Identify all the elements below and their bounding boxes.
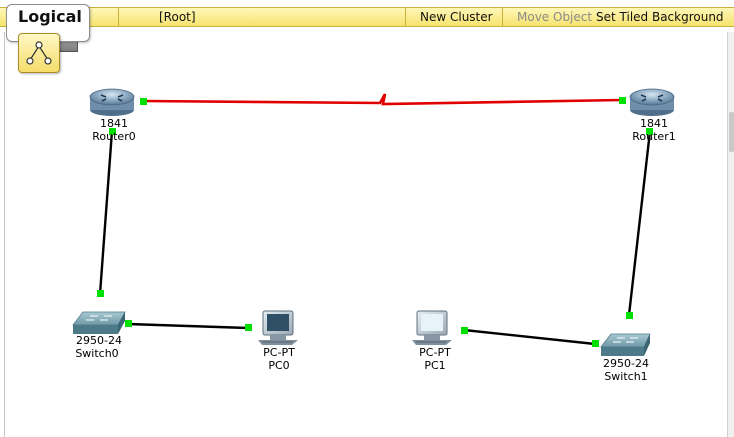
link-status-lights: [97, 97, 653, 347]
link-light: [619, 97, 626, 104]
router1-name-label: Router1: [632, 130, 675, 143]
ethernet-link[interactable]: [98, 130, 114, 295]
link-light: [140, 98, 147, 105]
link-light: [592, 340, 599, 347]
pc0-model-label: PC-PT: [263, 346, 295, 359]
ethernet-link[interactable]: [463, 328, 596, 346]
pc0-name-label: PC0: [268, 359, 289, 372]
switch0-device[interactable]: [72, 311, 126, 334]
scrollbar-thumb[interactable]: [729, 112, 734, 152]
serial-link[interactable]: [142, 93, 623, 106]
pc1-device[interactable]: [412, 310, 452, 345]
router0-name-label: Router0: [92, 130, 135, 143]
router0-device[interactable]: [89, 88, 135, 116]
link-light: [461, 327, 468, 334]
switch1-name-label: Switch1: [604, 370, 647, 383]
pc0-device[interactable]: [258, 310, 298, 345]
router1-model-label: 1841: [640, 117, 668, 130]
link-light: [245, 324, 252, 331]
topology-canvas: 1841 Router0 1841 Router1 2950-24 Switch…: [72, 88, 676, 383]
router1-device[interactable]: [629, 88, 675, 116]
switch1-device[interactable]: [600, 333, 651, 356]
ethernet-link[interactable]: [627, 130, 652, 316]
switch0-model-label: 2950-24: [76, 334, 122, 347]
link-light: [97, 290, 104, 297]
pc1-model-label: PC-PT: [419, 346, 451, 359]
link-light: [626, 312, 633, 319]
router0-model-label: 1841: [100, 117, 128, 130]
switch1-model-label: 2950-24: [603, 357, 649, 370]
switch0-name-label: Switch0: [75, 347, 118, 360]
vertical-scrollbar[interactable]: [727, 32, 734, 437]
ethernet-link[interactable]: [127, 322, 249, 330]
link-light: [125, 320, 132, 327]
pc1-name-label: PC1: [424, 359, 445, 372]
